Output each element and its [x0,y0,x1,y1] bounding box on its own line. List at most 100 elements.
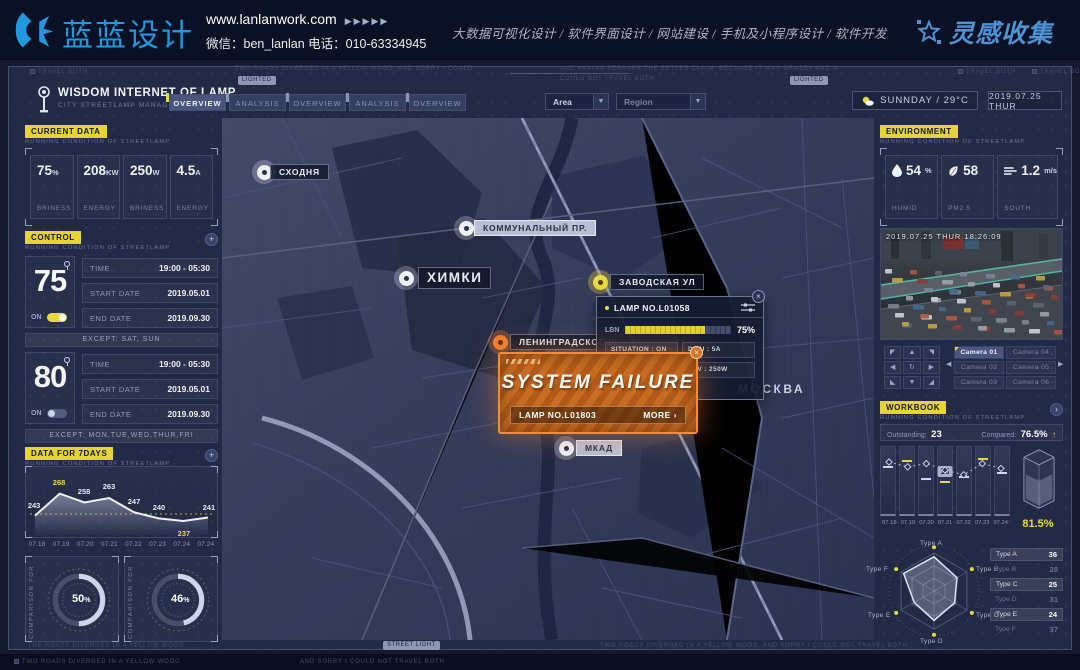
lamp-popup-title: LAMP NO.L01058 [614,303,736,313]
failure-lamp-id: LAMP NO.L01803 [519,410,596,420]
map-pin-zavodskaya[interactable] [588,270,612,294]
type-row-e[interactable]: Type E24 [990,608,1063,621]
checkbox-icon [30,69,35,74]
leaf-icon [948,165,959,177]
line-chart-x-axis: 07.1807.1907.2007.2107.2207.2307.2407.24 [25,541,218,548]
stat-energy-kw: 208KW ENERGY [77,155,121,219]
camera-prev-icon[interactable]: ◀ [946,360,951,368]
dpad-down-right-icon[interactable]: ◢ [923,376,940,389]
type-row-c[interactable]: Type C25 [990,578,1063,591]
tab-analysis-1[interactable]: ANALYSIS [229,94,286,111]
line-chart-svg [26,467,217,537]
sliders-icon[interactable] [741,303,755,313]
control-add-button[interactable]: + [205,233,218,246]
time-row-2[interactable]: TIME19:00 - 05:30 [82,354,218,374]
droplet-icon [892,164,902,177]
map-canvas[interactable]: СХОДНЯ КОММУНАЛЬНЫЙ ПР. ХИМКИ ЗАВОДСКАЯ … [222,118,874,640]
dpad-left-icon[interactable]: ◀ [884,361,901,374]
camera-06-button[interactable]: Camera 06 [1006,376,1056,389]
map-label-zavodskaya[interactable]: ЗАВОДСКАЯ УЛ [610,274,704,290]
failure-close-icon[interactable]: × [690,346,703,359]
map-label-kommunalny[interactable]: КОММУНАЛЬНЫЙ ПР. [474,220,596,236]
camera-feed[interactable] [880,228,1063,340]
workbook-next-button[interactable]: › [1050,403,1063,416]
environment-subtitle: RUNNING CONDITION OF STREETLAMP [880,139,1025,145]
street-light-chip: STREET LIGHT [383,641,440,650]
dpad-up-icon[interactable]: ▲ [903,346,920,359]
brightness-box-1: 75 ON [25,256,75,328]
ticker-item: TRAVEL BOTH [958,69,1016,75]
inspiration-collect[interactable]: 灵感收集 [916,14,1053,50]
dpad-down-icon[interactable]: ▼ [903,376,920,389]
map-pin-leningradskoe[interactable] [488,330,512,354]
end-date-row-2[interactable]: END DATE2019.09.30 [82,404,218,424]
seven-days-add-button[interactable]: + [205,449,218,462]
workbook-label: WORKBOOK [880,401,946,414]
camera-02-button[interactable]: Camera 02 [954,361,1004,374]
x-tick: 07.21 [936,520,955,526]
map-pin-mkad[interactable] [554,436,578,460]
time-row-1[interactable]: TIME19:00 - 05:30 [82,258,218,278]
lamp-popup-close-icon[interactable]: × [752,290,765,303]
camera-01-button[interactable]: Camera 01 [954,346,1004,359]
chevron-down-icon[interactable]: ▼ [593,94,608,109]
x-tick: 07.18 [25,541,49,548]
brand-contact: 微信：ben_lanlan 电话：010-63334945 [206,33,426,52]
tab-overview-3[interactable]: OVERVIEW [409,94,466,111]
lbn-progress [625,326,731,334]
tab-overview-2[interactable]: OVERVIEW [289,94,346,111]
region-select[interactable]: Region ▼ [616,93,706,110]
star-icon [916,19,942,45]
end-date-row-1[interactable]: END DATE2019.09.30 [82,308,218,328]
camera-next-icon[interactable]: ▶ [1058,360,1063,368]
map-label-skhodnya[interactable]: СХОДНЯ [270,164,329,180]
dpad-down-left-icon[interactable]: ◣ [884,376,901,389]
env-wind: 1.2m/s SOUTH [997,155,1058,219]
gauge-side-label: COMPARISON FOR [128,565,134,639]
seven-days-label: DATA FOR 7DAYS [25,447,113,460]
area-select[interactable]: Area ▼ [545,93,609,110]
type-row-b[interactable]: Type B28 [990,563,1063,576]
weather-box: SUNNDAY / 29°C [852,91,978,110]
schedule-toggle-1[interactable] [47,313,67,322]
type-row-a[interactable]: Type A36 [990,548,1063,561]
dpad-right-icon[interactable]: ▶ [923,361,940,374]
sun-cloud-icon [861,96,874,106]
failure-more-button[interactable]: MORE › [643,410,677,420]
hazard-stripes-icon [506,359,540,364]
workbook-bar [899,446,915,516]
gauge-value: 50% [72,593,90,605]
camera-03-button[interactable]: Camera 03 [954,376,1004,389]
camera-list: Camera 01 Camera 04 Camera 02 Camera 05 … [954,346,1056,389]
compared-value: 76.5% [1021,429,1048,440]
start-date-row-1[interactable]: START DATE2019.05.01 [82,283,218,303]
type-row-d[interactable]: Type D31 [990,593,1063,606]
tab-overview-1[interactable]: OVERVIEW [169,94,226,111]
dpad-up-left-icon[interactable]: ◤ [884,346,901,359]
brightness-box-2: 80 ON [25,352,75,424]
except-bar-2: EXCEPT: MON,TUE,WED,THUR,FRI [25,429,218,443]
camera-05-button[interactable]: Camera 05 [1006,361,1056,374]
date-box: 2019.07.25 THUR [988,91,1062,110]
ticker-item: THE ROADS DIVERGED IN A YELLOW WOOD [28,643,184,649]
schedule-toggle-2[interactable] [47,409,67,418]
control-label: CONTROL [25,231,81,244]
workbook-bar [994,446,1010,516]
lighted-chip: LIGHTED [790,76,828,85]
radar-svg [882,538,986,642]
dashboard-root: 蓝蓝设计 www.lanlanwork.com▶▶▶▶▶ 微信：ben_lanl… [0,0,1080,670]
map-label-mkad[interactable]: МКАД [576,440,622,456]
map-label-khimki[interactable]: ХИМКИ [418,267,491,289]
dpad-up-right-icon[interactable]: ◥ [923,346,940,359]
radar-label-a: Type A [920,540,942,547]
tab-analysis-2[interactable]: ANALYSIS [349,94,406,111]
brand-website[interactable]: www.lanlanwork.com▶▶▶▶▶ [206,11,389,27]
workbook-tooltip: 16 [938,466,953,477]
start-date-row-2[interactable]: START DATE2019.05.01 [82,379,218,399]
map-pin-khimki[interactable] [394,266,418,290]
chevron-down-icon[interactable]: ▼ [690,94,705,109]
dpad-refresh-icon[interactable]: ↻ [903,361,920,374]
type-row-f[interactable]: Type F37 [990,623,1063,636]
workbook-stats: Outstanding: 23 Compared: 76.5% ↑ [880,424,1063,441]
camera-04-button[interactable]: Camera 04 [1006,346,1056,359]
